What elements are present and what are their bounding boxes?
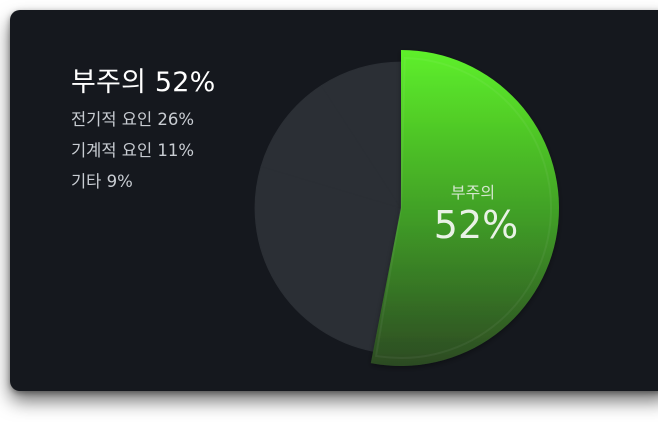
center-label-value: 52% bbox=[434, 203, 518, 247]
center-label-name: 부주의 bbox=[451, 183, 495, 202]
chart-card: 부주의 52% 전기적 요인 26% 기계적 요인 11% 기타 9% 부주의 … bbox=[10, 10, 658, 391]
pie-chart: 부주의 52% bbox=[254, 50, 559, 366]
